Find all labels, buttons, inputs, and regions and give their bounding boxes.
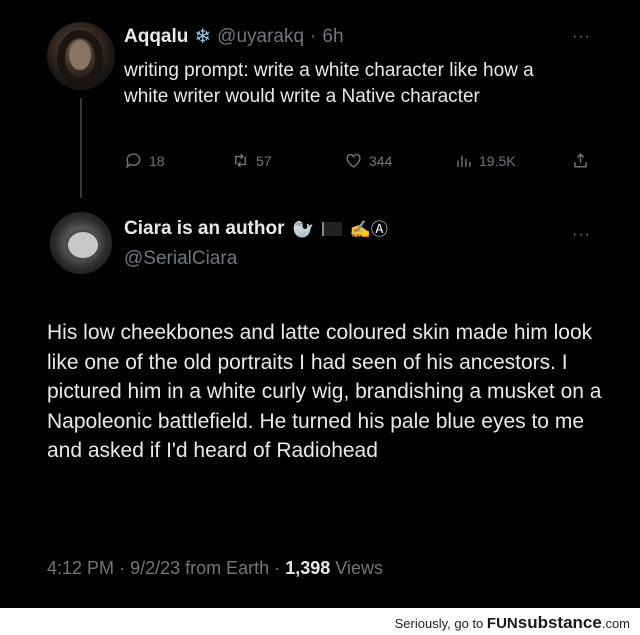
tweet-date[interactable]: 9/2/23 [130,558,180,578]
display-name[interactable]: Aqqalu [124,26,188,48]
reply-count: 18 [149,152,165,169]
tweet-time[interactable]: 6h [322,26,343,48]
like-button[interactable]: 344 [344,151,392,170]
quoted-tweet: Aqqalu ❄ @uyarakq · 6h ··· writing promp… [0,0,640,198]
share-icon [574,153,587,168]
more-options-icon[interactable]: ··· [572,28,591,46]
heart-icon [346,153,361,168]
retweet-button[interactable]: 57 [231,151,272,170]
snowflake-icon: ❄ [194,26,212,48]
flag-icon [321,222,342,236]
avatar[interactable] [50,212,112,274]
retweet-icon [235,153,246,168]
tweet-source: from Earth [185,558,270,578]
brand-substance[interactable]: substance [518,613,602,632]
time-separator: · [310,26,317,47]
tweet-header: Ciara is an author 🦭 ✍️Ⓐ [124,218,388,240]
share-button[interactable] [571,151,590,170]
user-handle[interactable]: @uyarakq [217,26,304,48]
tweet-time[interactable]: 4:12 PM [47,558,114,578]
views-label: Views [335,558,383,578]
tweet-actions: 18 57 344 19.5K [124,151,594,175]
views-icon [457,155,471,167]
views-button[interactable]: 19.5K [454,151,516,170]
meta-separator: · [274,558,281,578]
user-handle[interactable]: @SerialCiara [124,248,237,270]
reply-button[interactable]: 18 [124,151,165,170]
seal-emoji-icon: 🦭 [292,219,314,239]
tweet-meta: 4:12 PM · 9/2/23 from Earth · 1,398 View… [47,558,383,579]
watermark-prefix: Seriously, go to [394,616,484,631]
like-count: 344 [369,152,393,169]
main-tweet: Ciara is an author 🦭 ✍️Ⓐ ··· @SerialCiar… [0,198,640,608]
display-name[interactable]: Ciara is an author [124,218,285,240]
avatar[interactable] [47,22,115,90]
watermark-footer: Seriously, go to FUNsubstance.com [0,608,640,635]
tweet-text: writing prompt: write a white character … [124,60,534,107]
views-count: 19.5K [479,152,516,169]
meta-separator: · [119,558,126,578]
watermark-text: Seriously, go to FUNsubstance.com [395,613,630,633]
avatar-face [69,40,91,70]
views-count: 1,398 [285,558,331,578]
brand-fun[interactable]: FUN [487,615,518,632]
reply-icon [126,153,141,169]
brand-domain[interactable]: .com [602,616,630,631]
more-options-icon[interactable]: ··· [572,226,591,244]
thread-line [80,98,82,198]
avatar-image [65,229,101,261]
tweet-text: His low cheekbones and latte coloured sk… [47,321,602,462]
writing-hand-emoji-icon: ✍️Ⓐ [349,219,388,239]
retweet-count: 57 [256,152,272,169]
tweet-header: Aqqalu ❄ @uyarakq · 6h [124,26,344,48]
